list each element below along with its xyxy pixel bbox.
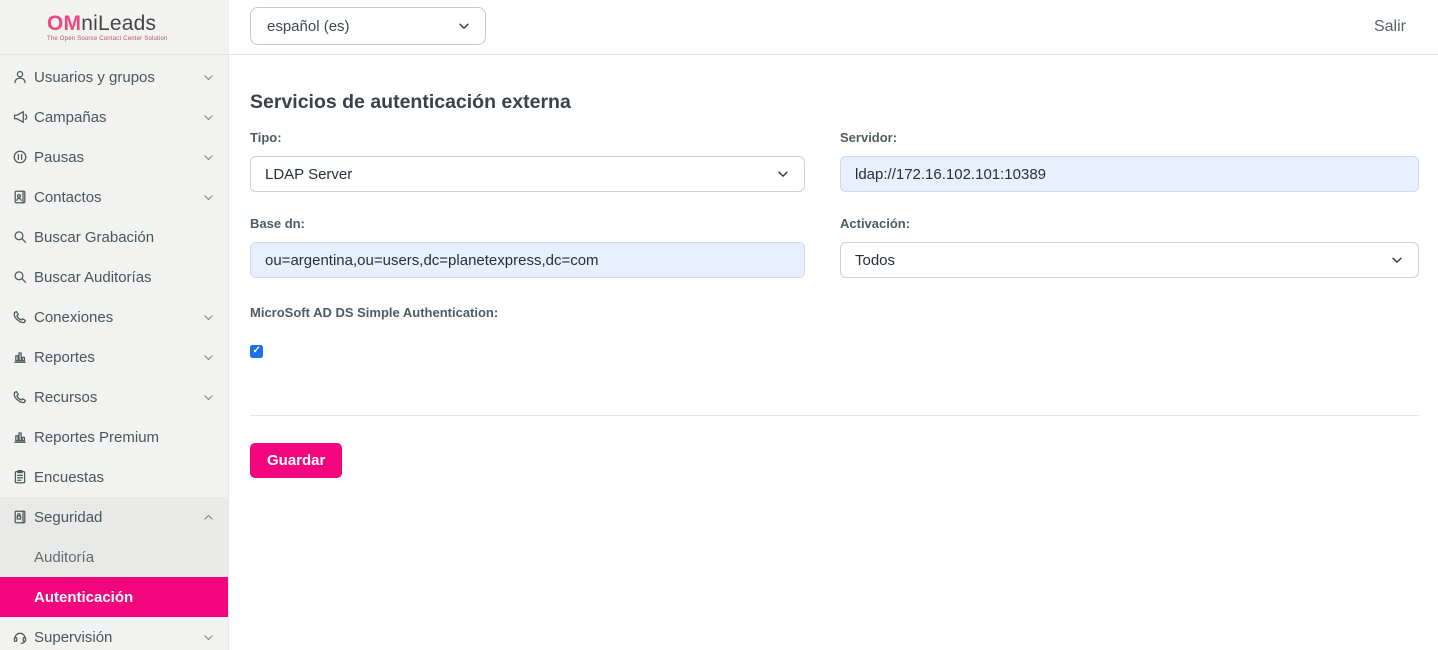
tipo-select[interactable]: LDAP Server xyxy=(250,156,805,192)
chevron-down-icon xyxy=(202,311,215,324)
main-content: Servicios de autenticación externa Tipo:… xyxy=(229,55,1438,650)
sidebar-item-label: Usuarios y grupos xyxy=(34,69,202,86)
search-icon xyxy=(11,269,28,286)
logout-link[interactable]: Salir xyxy=(1374,0,1406,54)
sidebar-item-label: Reportes Premium xyxy=(34,429,215,446)
activacion-label: Activación: xyxy=(840,216,1419,231)
sidebar-item-pausas[interactable]: Pausas xyxy=(0,137,228,177)
sidebar-item-usuarios-y-grupos[interactable]: Usuarios y grupos xyxy=(0,57,228,97)
sidebar-item-label: Buscar Auditorías xyxy=(34,269,215,286)
chevron-down-icon xyxy=(776,167,790,181)
phone-icon xyxy=(11,389,28,406)
bar-chart-icon xyxy=(11,349,28,366)
field-activacion: Activación: Todos xyxy=(840,216,1419,278)
sidebar-subitem-autenticacion[interactable]: Autenticación xyxy=(0,577,228,617)
ms-ad-simple-auth-checkbox[interactable] xyxy=(250,345,263,358)
field-ms-ad-simple-auth: MicroSoft AD DS Simple Authentication: xyxy=(250,305,805,363)
sidebar-item-conexiones[interactable]: Conexiones xyxy=(0,297,228,337)
sidebar-item-reportes[interactable]: Reportes xyxy=(0,337,228,377)
logo-text: OMniLeads xyxy=(47,13,229,34)
sidebar-item-recursos[interactable]: Recursos xyxy=(0,377,228,417)
user-icon xyxy=(11,69,28,86)
sidebar-item-label: Contactos xyxy=(34,189,202,206)
omnileads-app: OMniLeads The Open Source Contact Center… xyxy=(0,0,1438,650)
sidebar-subitem-auditoria[interactable]: Auditoría xyxy=(0,537,228,577)
sidebar-group-seguridad: Seguridad Auditoría Autenticación xyxy=(0,497,228,617)
chevron-down-icon xyxy=(202,191,215,204)
tipo-select-value: LDAP Server xyxy=(265,166,352,183)
chevron-down-icon xyxy=(202,351,215,364)
field-base-dn: Base dn: xyxy=(250,216,805,278)
megaphone-icon xyxy=(11,109,28,126)
activacion-select[interactable]: Todos xyxy=(840,242,1419,278)
sidebar-item-supervision[interactable]: Supervisión xyxy=(0,617,228,650)
sidebar-item-label: Pausas xyxy=(34,149,202,166)
sidebar-item-seguridad[interactable]: Seguridad xyxy=(0,497,228,537)
sidebar-item-buscar-grabacion[interactable]: Buscar Grabación xyxy=(0,217,228,257)
sidebar-item-label: Conexiones xyxy=(34,309,202,326)
search-icon xyxy=(11,229,28,246)
chevron-down-icon xyxy=(202,391,215,404)
auth-form: Tipo: LDAP Server Servidor: Base dn: Act… xyxy=(250,130,1419,363)
tipo-label: Tipo: xyxy=(250,130,805,145)
sidebar-nav: Usuarios y grupos Campañas Pausas Contac… xyxy=(0,55,229,650)
form-divider xyxy=(250,415,1419,416)
base-dn-input[interactable] xyxy=(250,242,805,278)
sidebar-item-label: Campañas xyxy=(34,109,202,126)
sidebar-item-campanas[interactable]: Campañas xyxy=(0,97,228,137)
save-button[interactable]: Guardar xyxy=(250,443,342,478)
bar-chart-icon xyxy=(11,429,28,446)
clipboard-icon xyxy=(11,469,28,486)
language-select-value: español (es) xyxy=(267,18,350,35)
servidor-input[interactable] xyxy=(840,156,1419,192)
chevron-up-icon xyxy=(202,511,215,524)
sidebar-item-label: Reportes xyxy=(34,349,202,366)
logo-suffix: niLeads xyxy=(81,12,156,35)
servidor-label: Servidor: xyxy=(840,130,1419,145)
sidebar-item-contactos[interactable]: Contactos xyxy=(0,177,228,217)
sidebar-subitem-label: Auditoría xyxy=(34,549,94,566)
logo: OMniLeads The Open Source Contact Center… xyxy=(0,0,229,54)
field-servidor: Servidor: xyxy=(840,130,1419,192)
sidebar-item-buscar-auditorias[interactable]: Buscar Auditorías xyxy=(0,257,228,297)
sidebar-subitem-label: Autenticación xyxy=(34,589,133,606)
chevron-down-icon xyxy=(202,111,215,124)
chevron-down-icon xyxy=(1390,253,1404,267)
security-icon xyxy=(11,509,28,526)
logo-prefix: OM xyxy=(47,12,81,35)
pause-icon xyxy=(11,149,28,166)
sidebar-item-label: Buscar Grabación xyxy=(34,229,215,246)
top-bar: OMniLeads The Open Source Contact Center… xyxy=(0,0,1438,55)
address-book-icon xyxy=(11,189,28,206)
page-title: Servicios de autenticación externa xyxy=(250,91,1419,114)
phone-icon xyxy=(11,309,28,326)
activacion-select-value: Todos xyxy=(855,252,895,269)
sidebar-item-label: Seguridad xyxy=(34,509,202,526)
sidebar-item-encuestas[interactable]: Encuestas xyxy=(0,457,228,497)
language-select[interactable]: español (es) xyxy=(250,7,486,45)
logo-tagline: The Open Source Contact Center Solution xyxy=(47,36,229,42)
sidebar-item-reportes-premium[interactable]: Reportes Premium xyxy=(0,417,228,457)
sidebar-item-label: Recursos xyxy=(34,389,202,406)
sidebar-item-label: Encuestas xyxy=(34,469,215,486)
headset-icon xyxy=(11,629,28,646)
field-tipo: Tipo: LDAP Server xyxy=(250,130,805,192)
chevron-down-icon xyxy=(202,151,215,164)
chevron-down-icon xyxy=(202,71,215,84)
base-dn-label: Base dn: xyxy=(250,216,805,231)
chevron-down-icon xyxy=(202,631,215,644)
ms-ad-simple-auth-label: MicroSoft AD DS Simple Authentication: xyxy=(250,305,805,320)
chevron-down-icon xyxy=(457,19,471,33)
sidebar-item-label: Supervisión xyxy=(34,629,202,646)
